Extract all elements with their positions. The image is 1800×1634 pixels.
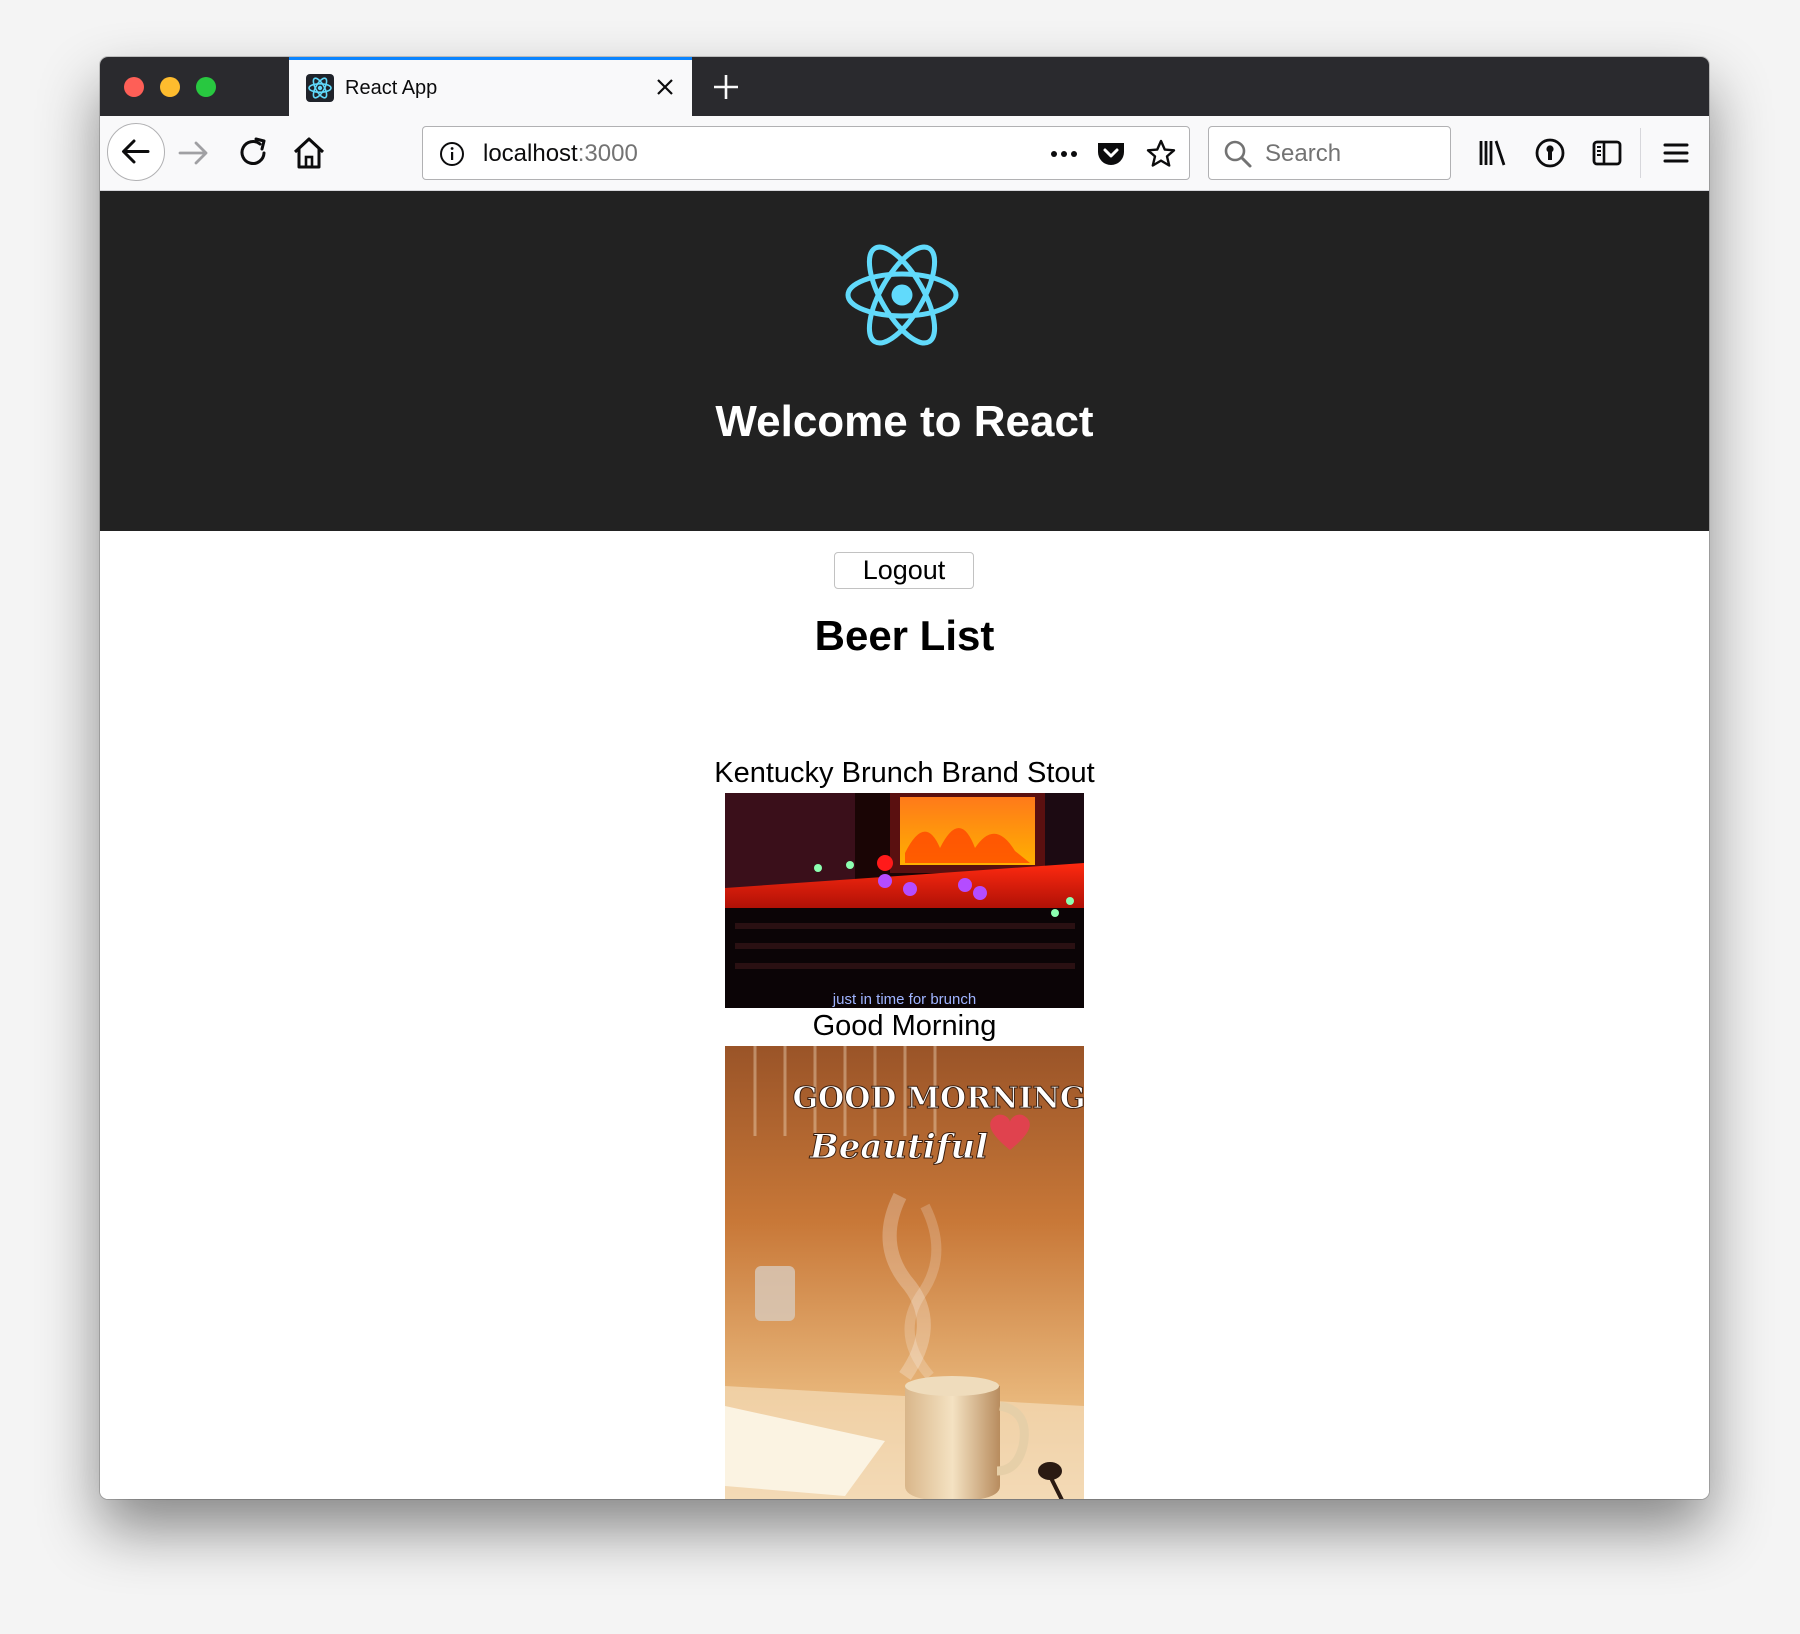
search-bar[interactable]: Search	[1208, 126, 1451, 180]
keyhole-icon	[1535, 138, 1565, 168]
new-tab-button[interactable]	[708, 69, 744, 105]
forward-button[interactable]	[174, 133, 214, 173]
beer-image-brunch: just in time for brunch	[725, 793, 1084, 1008]
app-title: Welcome to React	[715, 397, 1094, 446]
browser-window: React App localhost:3000 Search Welcome …	[100, 57, 1709, 1499]
search-icon	[1224, 140, 1252, 168]
react-icon	[306, 74, 334, 102]
navigation-toolbar: localhost:3000 Search	[100, 116, 1709, 191]
maximize-window-button[interactable]	[196, 77, 216, 97]
minimize-window-button[interactable]	[160, 77, 180, 97]
react-logo-icon	[845, 244, 959, 346]
beer-name: Kentucky Brunch Brand Stout	[714, 757, 1095, 789]
info-icon[interactable]	[439, 141, 465, 167]
image-text-beautiful: Beautiful	[809, 1127, 988, 1167]
beer-list-title: Beer List	[814, 612, 995, 659]
back-button[interactable]	[107, 123, 165, 181]
home-icon	[293, 137, 325, 169]
logout-button[interactable]: Logout	[834, 552, 974, 589]
search-placeholder: Search	[1265, 140, 1342, 167]
tab-bar: React App	[100, 57, 1709, 116]
app-header: Welcome to React	[100, 191, 1709, 531]
beer-name: Good Morning	[812, 1010, 997, 1042]
reload-button[interactable]	[234, 133, 274, 173]
password-manager-button[interactable]	[1530, 133, 1570, 173]
url-text: localhost:3000	[483, 140, 638, 167]
sidebar-icon	[1592, 140, 1622, 166]
bookmark-star-icon[interactable]	[1145, 138, 1177, 170]
tab-title: React App	[345, 77, 438, 99]
hamburger-menu-icon	[1663, 143, 1689, 163]
beer-image-good-morning: GOOD MORNING Beautiful	[725, 1046, 1084, 1499]
page-content: Welcome to React Logout Beer List Kentuc…	[100, 191, 1709, 1499]
page-actions-icon[interactable]	[1047, 141, 1081, 167]
toolbar-separator	[1640, 128, 1641, 178]
menu-button[interactable]	[1656, 133, 1696, 173]
library-button[interactable]	[1473, 133, 1513, 173]
library-icon	[1479, 140, 1506, 166]
forward-arrow-icon	[178, 141, 208, 165]
address-bar[interactable]: localhost:3000	[422, 126, 1190, 180]
tab-react-app[interactable]: React App	[289, 57, 692, 116]
home-button[interactable]	[289, 133, 329, 173]
close-window-button[interactable]	[124, 77, 144, 97]
back-arrow-icon	[122, 139, 150, 164]
pocket-icon[interactable]	[1095, 139, 1127, 169]
image-caption: just in time for brunch	[832, 991, 977, 1008]
close-icon[interactable]	[652, 74, 678, 100]
reload-icon	[240, 137, 266, 165]
sidebar-button[interactable]	[1587, 133, 1627, 173]
image-text-good-morning: GOOD MORNING	[792, 1081, 1084, 1116]
